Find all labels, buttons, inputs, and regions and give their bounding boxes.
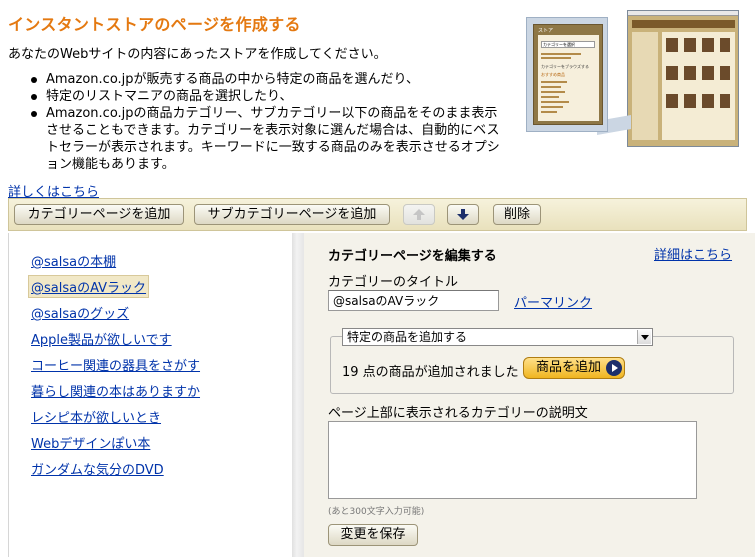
preview-zoom-box: カテゴリーを選択 カテゴリーをブラウズする おすすめ商品 bbox=[538, 35, 599, 121]
add-category-page-button[interactable]: カテゴリーページを追加 bbox=[14, 204, 184, 225]
preview-line bbox=[541, 57, 571, 59]
preview-product bbox=[720, 38, 730, 52]
preview-product bbox=[684, 38, 696, 52]
char-count-note: (あと300文字入力可能) bbox=[328, 507, 425, 517]
category-page-item[interactable]: レシピ本が欲しいとき bbox=[31, 407, 161, 426]
preview-line bbox=[541, 53, 581, 55]
category-page-item[interactable]: @salsaの本棚 bbox=[31, 251, 116, 270]
preview-product bbox=[666, 38, 678, 52]
category-page-item[interactable]: ガンダムな気分のDVD bbox=[31, 459, 164, 478]
category-page-item-selected[interactable]: @salsaのAVラック bbox=[28, 275, 150, 298]
preview-sidebar bbox=[632, 32, 658, 140]
add-product-button[interactable]: 商品を追加 bbox=[523, 357, 625, 379]
preview-line bbox=[541, 106, 563, 108]
feature-item: Amazon.co.jpの商品カテゴリー、サブカテゴリー以下の商品をそのまま表示… bbox=[30, 105, 500, 173]
move-up-button[interactable] bbox=[403, 204, 435, 225]
panel-divider[interactable] bbox=[292, 233, 304, 557]
category-page-item[interactable]: Webデザインぽい本 bbox=[31, 433, 150, 452]
details-link[interactable]: 詳細はこちら bbox=[654, 244, 732, 263]
preview-header bbox=[632, 20, 735, 28]
preview-line bbox=[541, 86, 561, 88]
feature-list: Amazon.co.jpが販売する商品の中から特定の商品を選んだり、 特定のリス… bbox=[30, 71, 500, 173]
feature-item: Amazon.co.jpが販売する商品の中から特定の商品を選んだり、 bbox=[30, 71, 500, 88]
chevron-down-icon bbox=[637, 330, 651, 344]
preview-product bbox=[684, 94, 696, 108]
category-title-input[interactable] bbox=[328, 290, 499, 311]
add-type-select[interactable]: 特定の商品を追加する bbox=[342, 328, 653, 346]
preview-product bbox=[720, 94, 730, 108]
page-title: インスタントストアのページを作成する bbox=[8, 15, 301, 34]
product-count-text: 19 点の商品が追加されました bbox=[342, 365, 519, 380]
play-arrow-icon bbox=[606, 360, 622, 376]
arrow-down-icon bbox=[457, 214, 469, 220]
save-changes-button[interactable]: 変更を保存 bbox=[328, 524, 418, 546]
add-subcategory-page-button[interactable]: サブカテゴリーページを追加 bbox=[194, 204, 390, 225]
description-label: ページ上部に表示されるカテゴリーの説明文 bbox=[328, 406, 588, 421]
delete-button[interactable]: 削除 bbox=[493, 204, 541, 225]
move-down-button[interactable] bbox=[447, 204, 479, 225]
preview-product bbox=[666, 66, 678, 80]
editor-heading: カテゴリーページを編集する bbox=[328, 249, 497, 264]
toolbar: カテゴリーページを追加 サブカテゴリーページを追加 削除 bbox=[8, 198, 747, 231]
preview-store-title: ストア bbox=[538, 28, 554, 34]
preview-product bbox=[702, 94, 714, 108]
category-title-label: カテゴリーのタイトル bbox=[328, 275, 459, 290]
add-product-label: 商品を追加 bbox=[536, 360, 602, 375]
preview-product bbox=[702, 66, 714, 80]
category-page-item[interactable]: 暮らし関連の本はありますか bbox=[31, 381, 200, 400]
preview-product bbox=[666, 94, 678, 108]
preview-line bbox=[541, 81, 567, 83]
preview-product bbox=[702, 38, 714, 52]
preview-product bbox=[720, 66, 730, 80]
preview-featured: おすすめ商品 bbox=[541, 72, 565, 77]
store-preview-image bbox=[627, 10, 739, 147]
permalink-link[interactable]: パーマリンク bbox=[514, 292, 592, 311]
preview-zoom-frame: ストア カテゴリーを選択 カテゴリーをブラウズする おすすめ商品 bbox=[533, 24, 603, 125]
category-page-list: @salsaの本棚 @salsaのAVラック @salsaのグッズ Apple製… bbox=[8, 233, 292, 557]
add-type-select-value: 特定の商品を追加する bbox=[347, 330, 468, 344]
preview-line bbox=[541, 101, 569, 103]
category-page-item[interactable]: @salsaのグッズ bbox=[31, 303, 129, 322]
category-page-item[interactable]: コーヒー関連の器具をさがす bbox=[31, 355, 200, 374]
category-page-item[interactable]: Apple製品が欲しいです bbox=[31, 329, 172, 348]
preview-line bbox=[541, 111, 557, 113]
page-description: あなたのWebサイトの内容にあったストアを作成してください。 bbox=[8, 47, 387, 62]
preview-line bbox=[541, 91, 565, 93]
preview-category-heading: カテゴリーをブラウズする bbox=[541, 64, 589, 69]
store-preview-zoom: ストア カテゴリーを選択 カテゴリーをブラウズする おすすめ商品 bbox=[526, 17, 608, 132]
preview-browser-bar bbox=[628, 11, 738, 16]
category-editor: カテゴリーページを編集する 詳細はこちら カテゴリーのタイトル パーマリンク 特… bbox=[304, 233, 755, 557]
description-textarea[interactable] bbox=[328, 421, 697, 499]
preview-select: カテゴリーを選択 bbox=[541, 41, 595, 48]
preview-line bbox=[541, 96, 559, 98]
arrow-up-icon-stem bbox=[417, 215, 421, 220]
preview-product bbox=[684, 66, 696, 80]
feature-item: 特定のリストマニアの商品を選択したり、 bbox=[30, 88, 500, 105]
preview-content bbox=[662, 32, 735, 140]
